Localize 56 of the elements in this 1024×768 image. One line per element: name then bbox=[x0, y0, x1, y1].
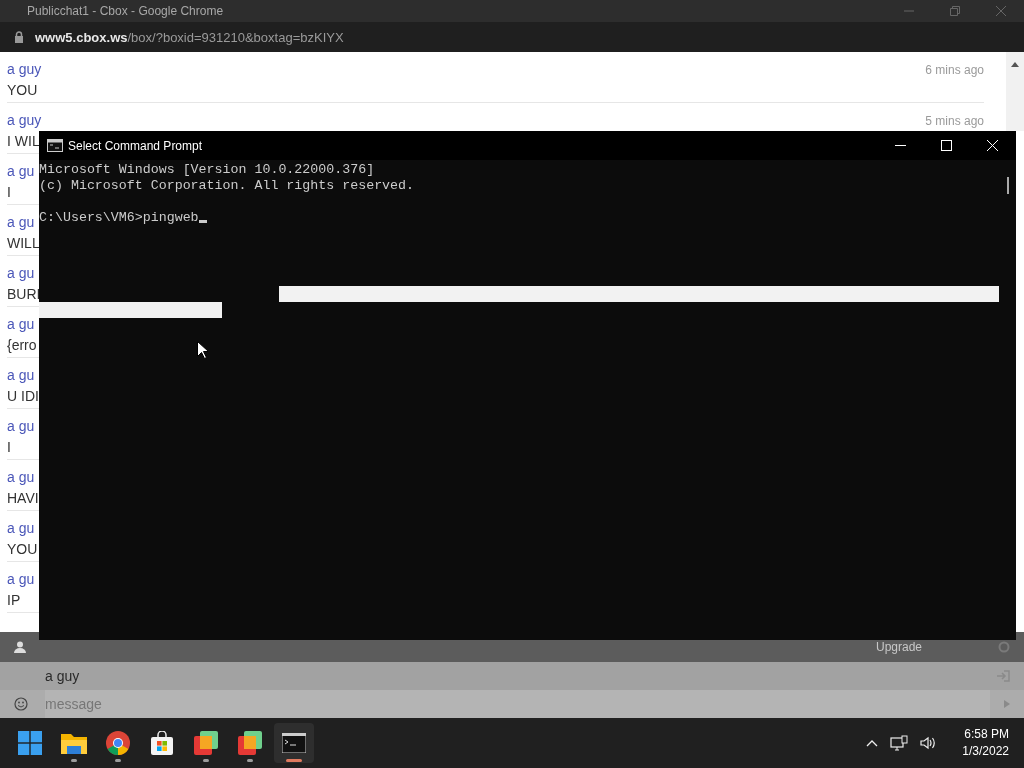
smiley-icon[interactable] bbox=[14, 697, 28, 711]
message-author: a gu bbox=[7, 367, 35, 383]
shopping-bag-icon bbox=[150, 731, 174, 755]
message-text: {erro bbox=[7, 337, 37, 353]
window-title: Select Command Prompt bbox=[68, 138, 203, 153]
message-text: YOU bbox=[7, 541, 38, 557]
clock-time[interactable]: 6:58 PM bbox=[964, 726, 1009, 743]
message-author: a guy bbox=[7, 61, 42, 77]
message-text: I bbox=[7, 439, 11, 455]
browser-icon bbox=[106, 731, 130, 755]
taskbar-app[interactable] bbox=[274, 723, 314, 763]
message-author: a gu bbox=[7, 418, 35, 434]
console-line: Microsoft Windows [Version 10.0.22000.376] bbox=[39, 162, 376, 178]
message-text: HAVI bbox=[7, 490, 39, 506]
message-text: I WIL bbox=[7, 133, 40, 149]
console-prompt[interactable]: C:\Users\VM6>pingweb bbox=[39, 210, 199, 226]
message-input[interactable]: message bbox=[45, 690, 990, 718]
message-author: a gu bbox=[7, 469, 35, 485]
message-text: BURI bbox=[7, 286, 41, 302]
cube-icon bbox=[238, 731, 262, 755]
url-text: www5.cbox.ws/box/?boxid=931210&boxtag=bzKIYX bbox=[35, 29, 344, 45]
terminal-icon bbox=[282, 733, 306, 753]
folder-icon bbox=[61, 732, 87, 754]
clock-date[interactable]: 1/3/2022 bbox=[962, 743, 1009, 760]
cube-icon bbox=[194, 731, 218, 755]
message-author: a guy bbox=[7, 112, 42, 128]
address-bar[interactable]: www5.cbox.ws/box/?boxid=931210&boxtag=bzKIYX bbox=[0, 22, 1024, 52]
text-cursor bbox=[198, 220, 207, 223]
message-author: a gu bbox=[7, 316, 35, 332]
message-author: a gu bbox=[7, 214, 35, 230]
restore-icon[interactable] bbox=[949, 5, 961, 17]
message-author: a gu bbox=[7, 163, 35, 179]
console-app-icon bbox=[47, 139, 63, 152]
message-text: YOU bbox=[7, 82, 38, 98]
message-author: a gu bbox=[7, 571, 35, 587]
message-author: a gu bbox=[7, 265, 35, 281]
message-text: IP bbox=[7, 592, 21, 608]
mouse-pointer-icon bbox=[197, 341, 208, 359]
message-time: 6 mins ago bbox=[925, 63, 984, 77]
lock-icon bbox=[14, 31, 24, 43]
upgrade-link[interactable]: Upgrade bbox=[875, 640, 922, 654]
scroll-up-icon[interactable] bbox=[1011, 62, 1019, 67]
window-title: Publicchat1 - Cbox - Google Chrome bbox=[27, 4, 225, 18]
console-line: (c) Microsoft Corporation. All rights reserved. bbox=[39, 178, 416, 194]
message-time: 5 mins ago bbox=[925, 114, 984, 128]
windows-logo-icon bbox=[18, 731, 42, 755]
message-text: WILL bbox=[7, 235, 40, 251]
network-icon[interactable] bbox=[890, 735, 909, 751]
maximize-icon[interactable] bbox=[941, 140, 952, 151]
chevron-up-icon[interactable] bbox=[866, 739, 879, 747]
volume-icon[interactable] bbox=[920, 736, 937, 750]
message-text: U IDI bbox=[7, 388, 39, 404]
message-author: a gu bbox=[7, 520, 35, 536]
user-icon[interactable] bbox=[14, 641, 26, 653]
message-text: I bbox=[7, 184, 11, 200]
scrollbar[interactable] bbox=[1006, 52, 1024, 131]
